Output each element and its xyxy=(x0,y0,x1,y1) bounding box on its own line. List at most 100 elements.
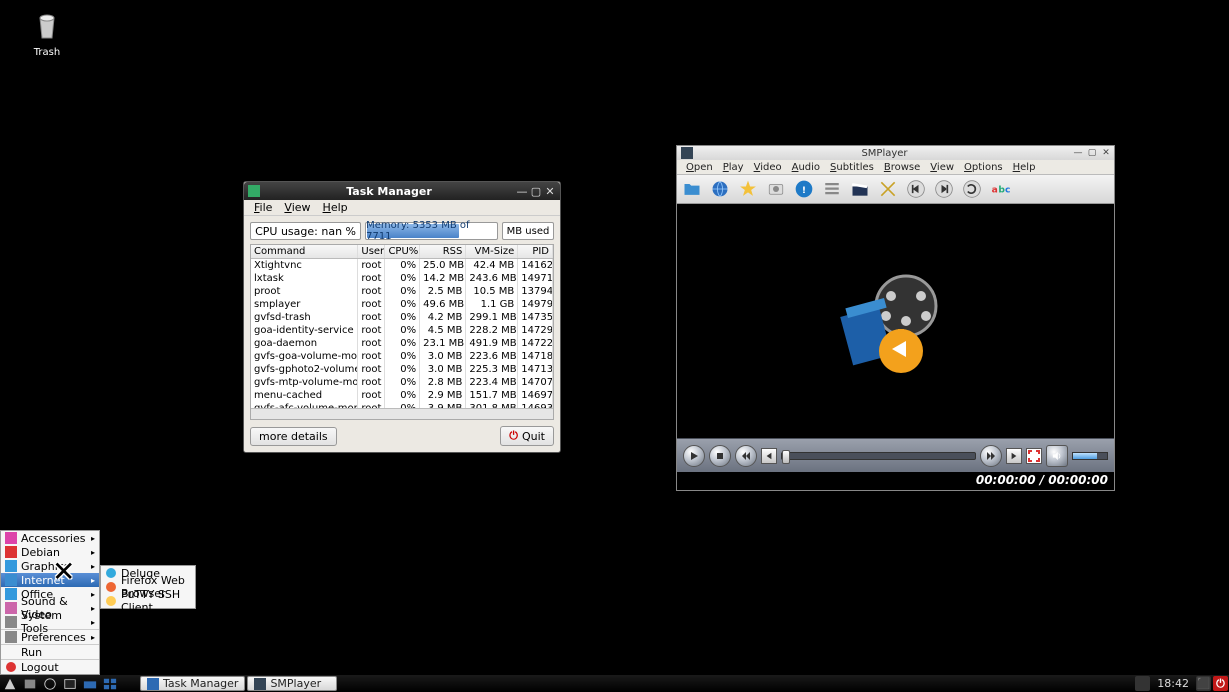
clock[interactable]: 18:42 xyxy=(1151,677,1195,690)
table-body[interactable]: Xtightvncroot0%25.0 MB42.4 MB14162lxtask… xyxy=(251,259,553,408)
menu-item-accessories[interactable]: Accessories▸ xyxy=(1,531,99,545)
menu-item-internet[interactable]: Internet▸ xyxy=(1,573,99,587)
menu-item-system-tools[interactable]: System Tools▸ xyxy=(1,615,99,629)
menu-play[interactable]: Play xyxy=(718,162,749,173)
seek-slider[interactable] xyxy=(781,452,976,460)
menu-video[interactable]: Video xyxy=(749,162,787,173)
col-user[interactable]: User xyxy=(358,245,385,258)
col-command[interactable]: Command xyxy=(251,245,358,258)
menu-item-graphics[interactable]: Graphics▸ xyxy=(1,559,99,573)
table-row[interactable]: goa-daemonroot0%23.1 MB491.9 MB14722 xyxy=(251,337,553,350)
table-row[interactable]: goa-identity-serviceroot0%4.5 MB228.2 MB… xyxy=(251,324,553,337)
show-desktop-button[interactable] xyxy=(80,676,100,691)
table-row[interactable]: lxtaskroot0%14.2 MB243.6 MB14971 xyxy=(251,272,553,285)
stop-button[interactable] xyxy=(709,445,731,467)
playback-controls xyxy=(677,438,1114,472)
toolbar: ! abc xyxy=(677,174,1114,204)
cpu-usage-label: CPU usage: nan % xyxy=(255,225,356,238)
menu-view[interactable]: View xyxy=(278,201,316,214)
svg-text:c: c xyxy=(1005,184,1010,195)
start-submenu-internet: DelugeFirefox Web BrowserPuTTY SSH Clien… xyxy=(100,565,196,609)
subtitle-tool-icon[interactable]: abc xyxy=(989,178,1011,200)
footer: more details ⏻Quit xyxy=(244,420,560,452)
close-button[interactable]: ✕ xyxy=(1100,148,1112,158)
menu-subtitles[interactable]: Subtitles xyxy=(825,162,879,173)
tray-network-icon[interactable]: ⬛ xyxy=(1196,676,1211,691)
mute-button[interactable] xyxy=(1046,445,1068,467)
volume-slider[interactable] xyxy=(1072,452,1108,460)
fullscreen-button[interactable] xyxy=(1026,448,1042,464)
window-list-button[interactable] xyxy=(100,676,120,691)
step-fwd-button[interactable] xyxy=(1006,448,1022,464)
titlebar[interactable]: Task Manager — ▢ ✕ xyxy=(244,182,560,200)
tray-icon[interactable] xyxy=(1135,676,1150,691)
submenu-item-putty-ssh-client[interactable]: PuTTY SSH Client xyxy=(101,594,195,608)
prev-track-icon[interactable] xyxy=(905,178,927,200)
maximize-button[interactable]: ▢ xyxy=(1086,148,1098,158)
logout-tray-button[interactable]: ⏻ xyxy=(1213,676,1228,691)
rewind-button[interactable] xyxy=(735,445,757,467)
repeat-icon[interactable] xyxy=(961,178,983,200)
file-manager-launcher[interactable] xyxy=(20,676,40,691)
col-cpu[interactable]: CPU% xyxy=(385,245,420,258)
menu-browse[interactable]: Browse xyxy=(879,162,925,173)
menu-item-logout[interactable]: Logout xyxy=(1,660,99,674)
menubar: Open Play Video Audio Subtitles Browse V… xyxy=(677,160,1114,174)
taskbar-task-smplayer[interactable]: SMPlayer xyxy=(247,676,337,691)
info-icon[interactable]: ! xyxy=(793,178,815,200)
menu-file[interactable]: File xyxy=(248,201,278,214)
task-icon xyxy=(254,678,266,690)
col-vmsize[interactable]: VM-Size xyxy=(466,245,518,258)
menu-open[interactable]: Open xyxy=(681,162,718,173)
minimize-button[interactable]: — xyxy=(1072,148,1084,158)
playlist-icon[interactable] xyxy=(821,178,843,200)
screenshot-icon[interactable] xyxy=(765,178,787,200)
cpu-usage-box: CPU usage: nan % xyxy=(250,222,361,240)
table-row[interactable]: gvfs-gphoto2-volume-monitorroot0%3.0 MB2… xyxy=(251,363,553,376)
start-button[interactable] xyxy=(0,676,20,691)
table-row[interactable]: gvfsd-trashroot0%4.2 MB299.1 MB14735 xyxy=(251,311,553,324)
menu-view[interactable]: View xyxy=(925,162,959,173)
col-rss[interactable]: RSS xyxy=(420,245,466,258)
time-display: 00:00:00 / 00:00:00 xyxy=(677,472,1114,490)
desktop-icon-trash[interactable]: Trash xyxy=(22,10,72,58)
menu-help[interactable]: Help xyxy=(317,201,354,214)
menu-help[interactable]: Help xyxy=(1008,162,1041,173)
menu-item-preferences[interactable]: Preferences▸ xyxy=(1,630,99,644)
clapper-icon[interactable] xyxy=(849,178,871,200)
table-row[interactable]: prootroot0%2.5 MB10.5 MB13794 xyxy=(251,285,553,298)
table-row[interactable]: gvfs-goa-volume-monitorroot0%3.0 MB223.6… xyxy=(251,350,553,363)
quit-button[interactable]: ⏻Quit xyxy=(500,426,554,446)
step-back-button[interactable] xyxy=(761,448,777,464)
next-track-icon[interactable] xyxy=(933,178,955,200)
minimize-button[interactable]: — xyxy=(516,185,528,197)
horizontal-scrollbar[interactable] xyxy=(251,408,553,419)
table-row[interactable]: Xtightvncroot0%25.0 MB42.4 MB14162 xyxy=(251,259,553,272)
desktop-icon-label: Trash xyxy=(22,47,72,58)
open-url-icon[interactable] xyxy=(709,178,731,200)
category-icon xyxy=(5,588,17,600)
table-row[interactable]: menu-cachedroot0%2.9 MB151.7 MB14697 xyxy=(251,389,553,402)
menu-item-run[interactable]: Run xyxy=(1,645,99,659)
video-area[interactable] xyxy=(677,204,1114,438)
forward-button[interactable] xyxy=(980,445,1002,467)
preferences-icon[interactable] xyxy=(877,178,899,200)
maximize-button[interactable]: ▢ xyxy=(530,185,542,197)
table-row[interactable]: gvfs-mtp-volume-monitorroot0%2.8 MB223.4… xyxy=(251,376,553,389)
col-pid[interactable]: PID xyxy=(518,245,553,258)
menu-audio[interactable]: Audio xyxy=(787,162,825,173)
browser-launcher[interactable] xyxy=(40,676,60,691)
terminal-launcher[interactable] xyxy=(60,676,80,691)
taskbar-task-taskmanager[interactable]: Task Manager xyxy=(140,676,245,691)
close-button[interactable]: ✕ xyxy=(544,185,556,197)
svg-text:a: a xyxy=(992,184,998,195)
favorites-icon[interactable] xyxy=(737,178,759,200)
memory-usage-label: Memory: 5353 MB of 7711 xyxy=(366,220,497,242)
menu-options[interactable]: Options xyxy=(959,162,1008,173)
more-details-button[interactable]: more details xyxy=(250,427,337,446)
menu-item-debian[interactable]: Debian▸ xyxy=(1,545,99,559)
table-row[interactable]: smplayerroot0%49.6 MB1.1 GB14979 xyxy=(251,298,553,311)
open-file-icon[interactable] xyxy=(681,178,703,200)
titlebar[interactable]: SMPlayer — ▢ ✕ xyxy=(677,146,1114,160)
play-button[interactable] xyxy=(683,445,705,467)
